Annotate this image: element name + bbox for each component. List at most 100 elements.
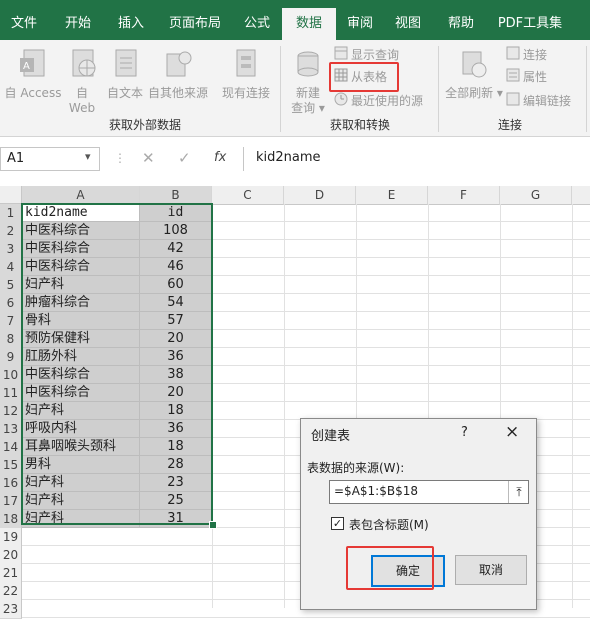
- chevron-down-icon: ▾: [318, 101, 325, 115]
- cancel-button[interactable]: 取消: [455, 555, 527, 585]
- ribbon-panel: A 自 Access 自 Web 自文本 自其他来源 现有连接 获取外部数据 新…: [0, 40, 590, 137]
- column-header-h[interactable]: [572, 186, 590, 205]
- chevron-down-icon: ▾: [496, 86, 503, 100]
- tab-data[interactable]: 数据: [282, 8, 336, 40]
- tab-file[interactable]: 文件: [0, 0, 48, 40]
- group-divider: [438, 46, 439, 132]
- row-header[interactable]: 11: [0, 384, 22, 403]
- row-header[interactable]: 22: [0, 582, 22, 601]
- tab-formulas[interactable]: 公式: [236, 0, 278, 40]
- row-header[interactable]: 9: [0, 348, 22, 367]
- existing-connections-icon: [218, 48, 274, 84]
- ok-button-highlight: [346, 546, 434, 590]
- edit-links-label: 编辑链接: [523, 94, 572, 108]
- new-query-label-2: 查询: [291, 101, 316, 115]
- group-label-connections: 连接: [497, 118, 522, 132]
- from-web-button[interactable]: 自 Web: [64, 48, 100, 116]
- refresh-icon: [444, 48, 504, 84]
- insert-function-icon[interactable]: fx: [214, 150, 226, 165]
- from-table-highlight: [329, 62, 399, 92]
- tab-page-layout[interactable]: 页面布局: [160, 0, 230, 40]
- svg-text:A: A: [23, 61, 30, 72]
- row-header[interactable]: 18: [0, 510, 22, 529]
- tab-home[interactable]: 开始: [52, 0, 104, 40]
- existing-connections-label: 现有连接: [221, 86, 270, 100]
- web-icon: [64, 48, 100, 84]
- row-header[interactable]: 15: [0, 456, 22, 475]
- column-header-f[interactable]: F: [428, 186, 500, 205]
- tab-pdf-tools[interactable]: PDF工具集: [490, 0, 570, 40]
- refresh-all-label: 全部刷新: [445, 86, 494, 100]
- connections-label: 连接: [523, 48, 548, 62]
- row-header[interactable]: 19: [0, 528, 22, 547]
- row-header[interactable]: 20: [0, 546, 22, 565]
- column-header-c[interactable]: C: [212, 186, 284, 205]
- new-query-icon: [288, 48, 328, 84]
- row-header[interactable]: 12: [0, 402, 22, 421]
- name-box[interactable]: A1 ▾: [0, 147, 100, 171]
- row-header[interactable]: 23: [0, 600, 22, 619]
- header-checkbox[interactable]: ✓: [331, 517, 344, 530]
- source-range-input[interactable]: =$A$1:$B$18 ⤒: [329, 480, 529, 504]
- row-header[interactable]: 3: [0, 240, 22, 259]
- edit-links-button[interactable]: 编辑链接: [506, 92, 571, 110]
- connections-icon: [506, 46, 520, 65]
- help-icon[interactable]: ?: [461, 425, 468, 440]
- select-all-corner[interactable]: [0, 186, 22, 204]
- column-header-d[interactable]: D: [284, 186, 356, 205]
- gridline-vertical: [284, 204, 285, 608]
- edit-links-icon: [506, 92, 520, 111]
- group-label-get-transform: 获取和转换: [329, 118, 390, 132]
- row-header[interactable]: 1: [0, 204, 22, 223]
- recent-sources-label: 最近使用的源: [351, 94, 424, 108]
- row-header[interactable]: 6: [0, 294, 22, 313]
- row-header[interactable]: 13: [0, 420, 22, 439]
- row-header[interactable]: 8: [0, 330, 22, 349]
- group-divider: [280, 46, 281, 132]
- access-icon: A: [2, 48, 64, 84]
- collapse-dialog-icon[interactable]: ⤒: [508, 481, 529, 503]
- close-icon[interactable]: ×: [505, 422, 519, 442]
- from-text-button[interactable]: 自文本: [104, 48, 146, 101]
- column-header-e[interactable]: E: [356, 186, 428, 205]
- existing-connections-button[interactable]: 现有连接: [218, 48, 274, 101]
- tab-help[interactable]: 帮助: [440, 0, 482, 40]
- group-label-get-external: 获取外部数据: [108, 118, 181, 132]
- recent-sources-button[interactable]: 最近使用的源: [334, 92, 423, 110]
- from-other-sources-button[interactable]: 自其他来源: [146, 48, 210, 101]
- show-queries-label: 显示查询: [351, 48, 400, 62]
- cancel-icon[interactable]: ✕: [142, 149, 155, 167]
- row-header[interactable]: 2: [0, 222, 22, 241]
- tab-insert[interactable]: 插入: [108, 0, 154, 40]
- properties-button[interactable]: 属性: [506, 68, 547, 86]
- tab-view[interactable]: 视图: [388, 0, 428, 40]
- row-header[interactable]: 17: [0, 492, 22, 511]
- row-header[interactable]: 5: [0, 276, 22, 295]
- from-web-label-1: 自: [75, 86, 88, 100]
- row-header[interactable]: 14: [0, 438, 22, 457]
- new-query-label: 新建: [295, 86, 320, 100]
- gridline-vertical: [572, 204, 573, 608]
- formula-input-value: kid2name: [256, 150, 321, 165]
- dialog-title: 创建表: [311, 429, 351, 444]
- formula-input[interactable]: kid2name: [243, 147, 590, 171]
- refresh-all-button[interactable]: 全部刷新 ▾: [444, 48, 504, 101]
- group-divider: [586, 46, 587, 132]
- row-header[interactable]: 21: [0, 564, 22, 583]
- row-header[interactable]: 7: [0, 312, 22, 331]
- fill-handle[interactable]: [209, 521, 217, 529]
- row-header[interactable]: 4: [0, 258, 22, 277]
- connections-button[interactable]: 连接: [506, 46, 547, 64]
- from-access-label: 自 Access: [4, 86, 62, 100]
- row-header[interactable]: 10: [0, 366, 22, 385]
- row-header[interactable]: 16: [0, 474, 22, 493]
- check-icon[interactable]: ✓: [178, 149, 191, 167]
- tab-review[interactable]: 审阅: [340, 0, 380, 40]
- other-sources-icon: [146, 48, 210, 84]
- new-query-button[interactable]: 新建 查询 ▾: [288, 48, 328, 116]
- chevron-down-icon[interactable]: ▾: [85, 150, 91, 163]
- column-header-g[interactable]: G: [500, 186, 572, 205]
- from-other-sources-label: 自其他来源: [147, 86, 208, 100]
- gridline-horizontal: [22, 617, 590, 618]
- from-access-button[interactable]: A 自 Access: [2, 48, 64, 101]
